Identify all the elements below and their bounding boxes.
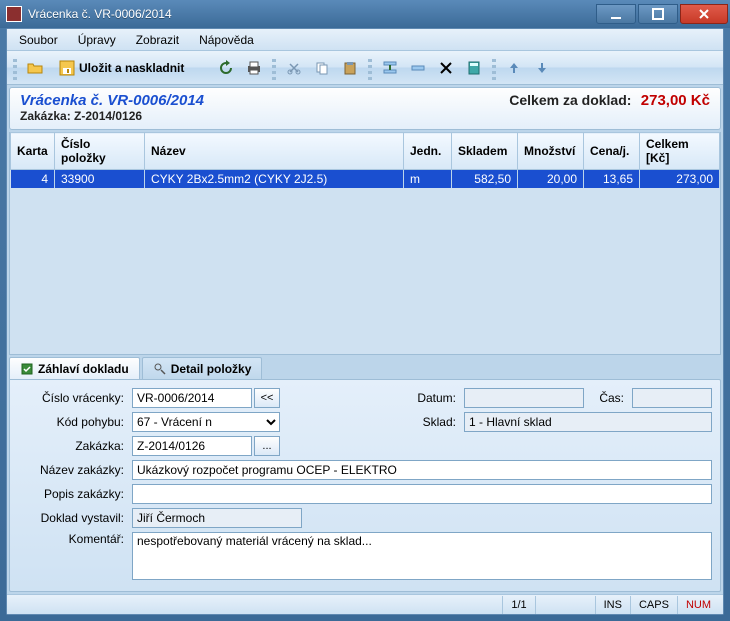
- col-unit[interactable]: Jedn.: [404, 133, 452, 170]
- window-frame: Vrácenka č. VR-0006/2014 Soubor Úpravy Z…: [0, 0, 730, 621]
- window-title: Vrácenka č. VR-0006/2014: [28, 7, 594, 21]
- scissors-icon: [286, 60, 302, 76]
- lbl-comment: Komentář:: [18, 532, 128, 546]
- cell-price: 13,65: [584, 170, 640, 189]
- col-price[interactable]: Cena/j.: [584, 133, 640, 170]
- delete-row-button[interactable]: [405, 55, 431, 81]
- status-page: 1/1: [502, 596, 534, 614]
- copy-button[interactable]: [309, 55, 335, 81]
- cell-item-no: 33900: [55, 170, 145, 189]
- maximize-button[interactable]: [638, 4, 678, 24]
- cell-qty: 20,00: [518, 170, 584, 189]
- tab-detail-label: Detail položky: [171, 362, 252, 376]
- insert-row-icon: [382, 60, 398, 76]
- move-code-select[interactable]: 67 - Vrácení n: [132, 412, 280, 432]
- insert-row-button[interactable]: [377, 55, 403, 81]
- cell-name: CYKY 2Bx2.5mm2 (CYKY 2J2.5): [145, 170, 404, 189]
- move-down-button[interactable]: [529, 55, 555, 81]
- print-button[interactable]: [241, 55, 267, 81]
- col-stock[interactable]: Skladem: [452, 133, 518, 170]
- doc-total-label: Celkem za doklad:: [509, 92, 631, 108]
- copy-icon: [314, 60, 330, 76]
- tab-detail[interactable]: Detail položky: [142, 357, 263, 379]
- delete-row-icon: [410, 60, 426, 76]
- calculator-icon: [466, 60, 482, 76]
- save-icon: [59, 60, 75, 76]
- app-icon: [6, 6, 22, 22]
- lbl-order-name: Název zakázky:: [18, 463, 128, 477]
- col-qty[interactable]: Množství: [518, 133, 584, 170]
- lbl-date: Datum:: [410, 391, 460, 405]
- time-field[interactable]: [632, 388, 712, 408]
- menu-zobrazit[interactable]: Zobrazit: [126, 30, 189, 50]
- menu-bar: Soubor Úpravy Zobrazit Nápověda: [7, 29, 723, 51]
- lbl-order-desc: Popis zakázky:: [18, 487, 128, 501]
- doc-total-value: 273,00 Kč: [641, 92, 710, 109]
- calculator-button[interactable]: [461, 55, 487, 81]
- status-caps: CAPS: [630, 596, 677, 614]
- move-up-button[interactable]: [501, 55, 527, 81]
- remove-button[interactable]: [433, 55, 459, 81]
- tabs: Záhlaví dokladu Detail položky: [9, 357, 721, 379]
- lbl-order: Zakázka:: [18, 439, 128, 453]
- header-tab-icon: [20, 362, 34, 376]
- menu-napoveda[interactable]: Nápověda: [189, 30, 264, 50]
- form-panel: Číslo vrácenky: << Datum: Čas: Kód pohyb…: [9, 379, 721, 592]
- open-button[interactable]: [22, 55, 48, 81]
- return-no-prev-button[interactable]: <<: [254, 388, 280, 408]
- order-field[interactable]: [132, 436, 252, 456]
- lbl-issued-by: Doklad vystavil:: [18, 511, 128, 525]
- tab-header[interactable]: Záhlaví dokladu: [9, 357, 140, 379]
- toolbar: Uložit a naskladnit: [7, 51, 723, 85]
- close-button[interactable]: [680, 4, 728, 24]
- refresh-button[interactable]: [213, 55, 239, 81]
- title-bar[interactable]: Vrácenka č. VR-0006/2014: [0, 0, 730, 28]
- col-name[interactable]: Název: [145, 133, 404, 170]
- col-item-no[interactable]: Číslo položky: [55, 133, 145, 170]
- menu-soubor[interactable]: Soubor: [9, 30, 68, 50]
- order-pick-button[interactable]: ...: [254, 436, 280, 456]
- paste-button[interactable]: [337, 55, 363, 81]
- cell-stock: 582,50: [452, 170, 518, 189]
- items-grid[interactable]: Karta Číslo položky Název Jedn. Skladem …: [9, 132, 721, 355]
- cross-icon: [438, 60, 454, 76]
- save-and-stock-button[interactable]: Uložit a naskladnit: [50, 55, 193, 81]
- detail-tab-icon: [153, 362, 167, 376]
- issued-by-field[interactable]: [132, 508, 302, 528]
- order-name-field[interactable]: [132, 460, 712, 480]
- cell-total: 273,00: [640, 170, 720, 189]
- arrow-up-icon: [506, 60, 522, 76]
- store-field[interactable]: [464, 412, 712, 432]
- return-no-field[interactable]: [132, 388, 252, 408]
- save-and-stock-label: Uložit a naskladnit: [79, 61, 184, 75]
- col-card[interactable]: Karta: [11, 133, 55, 170]
- menu-upravy[interactable]: Úpravy: [68, 30, 126, 50]
- minimize-button[interactable]: [596, 4, 636, 24]
- lbl-store: Sklad:: [410, 415, 460, 429]
- doc-title: Vrácenka č. VR-0006/2014: [20, 92, 204, 109]
- refresh-icon: [218, 60, 234, 76]
- col-total[interactable]: Celkem [Kč]: [640, 133, 720, 170]
- status-ins: INS: [595, 596, 630, 614]
- status-bar: 1/1 INS CAPS NUM: [7, 594, 723, 614]
- doc-header-panel: Vrácenka č. VR-0006/2014 Zakázka: Z-2014…: [9, 87, 721, 130]
- paste-icon: [342, 60, 358, 76]
- cell-unit: m: [404, 170, 452, 189]
- comment-field[interactable]: [132, 532, 712, 580]
- status-num: NUM: [677, 596, 719, 614]
- arrow-down-icon: [534, 60, 550, 76]
- table-row[interactable]: 4 33900 CYKY 2Bx2.5mm2 (CYKY 2J2.5) m 58…: [11, 170, 720, 189]
- lbl-move-code: Kód pohybu:: [18, 415, 128, 429]
- tab-header-label: Záhlaví dokladu: [38, 362, 129, 376]
- folder-open-icon: [27, 60, 43, 76]
- date-field[interactable]: [464, 388, 584, 408]
- cell-card: 4: [11, 170, 55, 189]
- order-desc-field[interactable]: [132, 484, 712, 504]
- doc-order: Zakázka: Z-2014/0126: [20, 109, 204, 123]
- lbl-return-no: Číslo vrácenky:: [18, 391, 128, 405]
- printer-icon: [246, 60, 262, 76]
- lbl-time: Čas:: [588, 391, 628, 405]
- cut-button[interactable]: [281, 55, 307, 81]
